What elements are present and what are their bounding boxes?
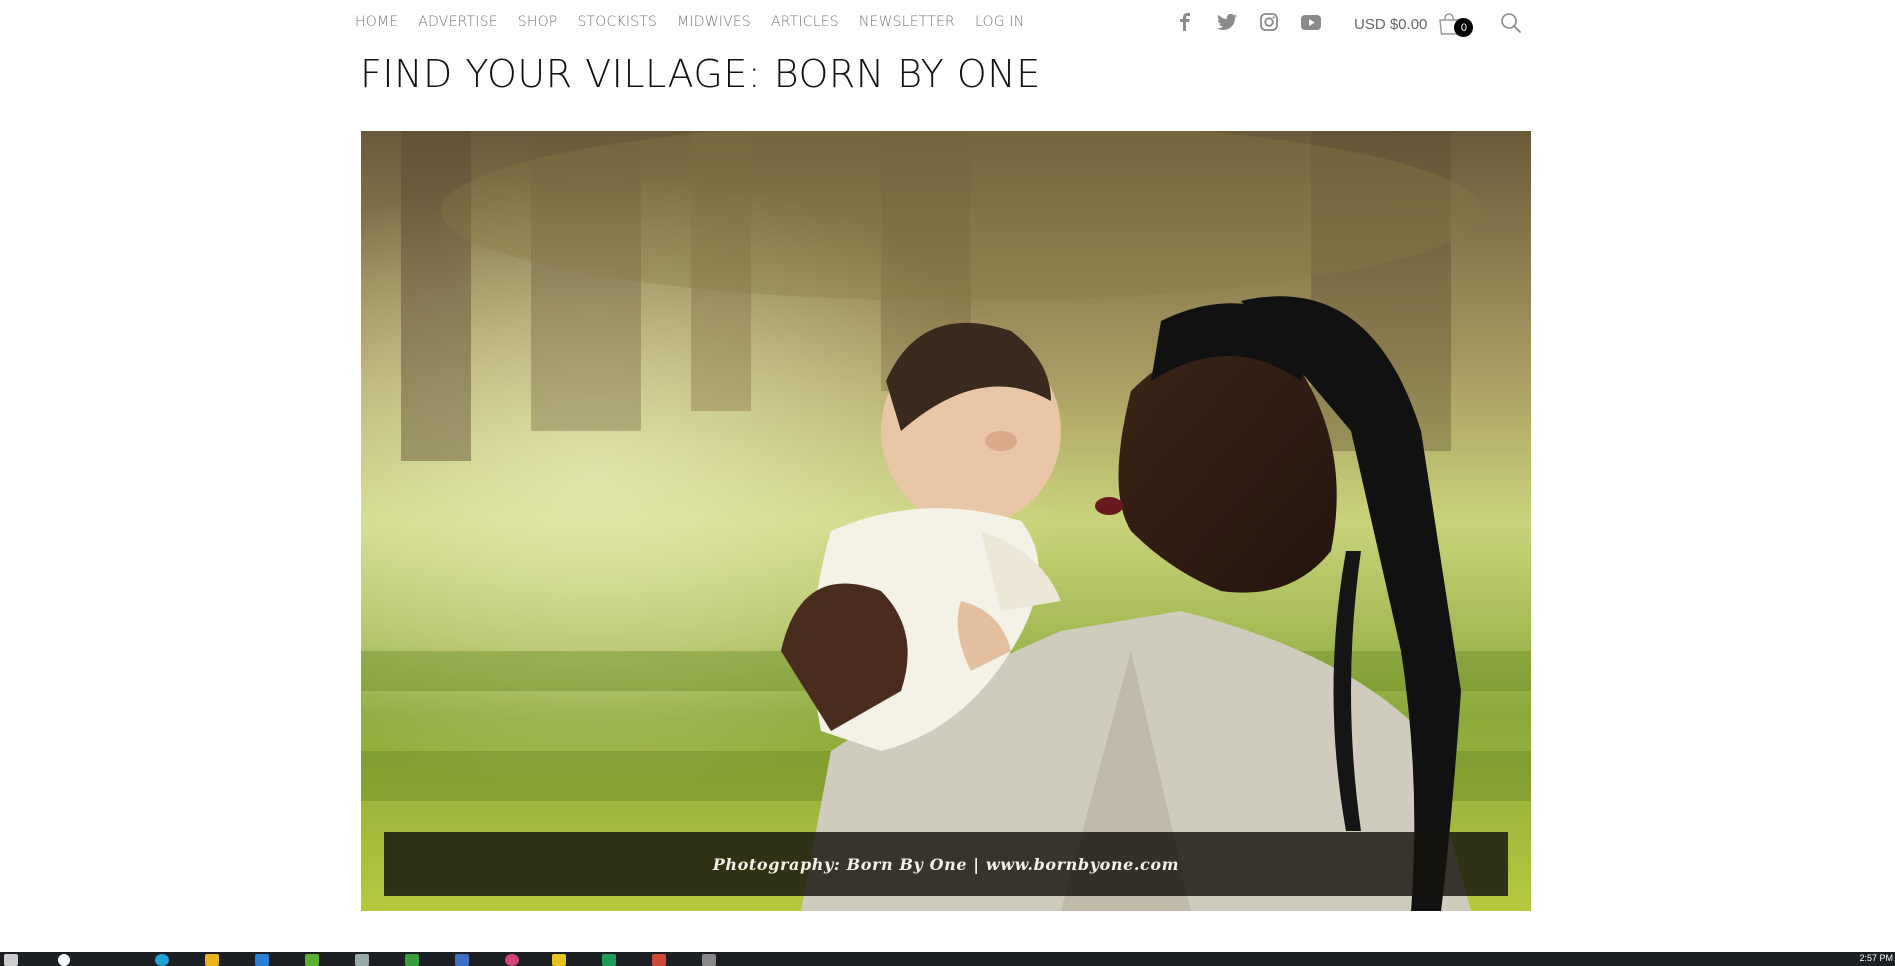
instagram-icon[interactable] bbox=[1259, 12, 1279, 32]
app-sheets-icon[interactable] bbox=[602, 954, 616, 966]
app-green2-icon[interactable] bbox=[405, 954, 419, 966]
start-icon[interactable] bbox=[4, 954, 18, 966]
cart-link[interactable]: USD $0.00 0 bbox=[1354, 12, 1474, 37]
app-red-icon[interactable] bbox=[652, 954, 666, 966]
youtube-icon[interactable] bbox=[1301, 12, 1321, 32]
nav-login-link[interactable]: LOG IN bbox=[975, 14, 1024, 30]
top-navigation: HOME ADVERTISE SHOP STOCKISTS MIDWIVES A… bbox=[0, 0, 1895, 46]
facebook-icon[interactable] bbox=[1175, 12, 1195, 32]
cart-total: USD $0.00 bbox=[1354, 15, 1428, 33]
nav-home-link[interactable]: HOME bbox=[355, 14, 398, 30]
shopping-bag-icon: 0 bbox=[1437, 12, 1474, 37]
twitter-icon[interactable] bbox=[1217, 12, 1237, 32]
nav-stockists-link[interactable]: STOCKISTS bbox=[577, 14, 657, 30]
search-icon[interactable] bbox=[1500, 12, 1522, 34]
os-taskbar: 2:57 PM bbox=[0, 952, 1895, 966]
nav-advertise-link[interactable]: ADVERTISE bbox=[418, 14, 497, 30]
nav-newsletter-link[interactable]: NEWSLETTER bbox=[859, 14, 955, 30]
app-blue-icon[interactable] bbox=[455, 954, 469, 966]
app-misc-icon[interactable] bbox=[702, 954, 716, 966]
app-pink-icon[interactable] bbox=[505, 954, 519, 966]
nav-midwives-link[interactable]: MIDWIVES bbox=[677, 14, 751, 30]
search-taskbar-icon[interactable] bbox=[58, 954, 70, 966]
social-links bbox=[1175, 12, 1321, 32]
store-icon[interactable] bbox=[255, 954, 269, 966]
nav-shop-link[interactable]: SHOP bbox=[518, 14, 558, 30]
hero-image: Photography: Born By One | www.bornbyone… bbox=[361, 131, 1531, 911]
nav-articles-link[interactable]: ARTICLES bbox=[771, 14, 839, 30]
cart-count-badge: 0 bbox=[1454, 18, 1474, 37]
photo-caption: Photography: Born By One | www.bornbyone… bbox=[384, 832, 1508, 896]
main-menu: HOME ADVERTISE SHOP STOCKISTS MIDWIVES A… bbox=[355, 14, 1044, 30]
hero-photo bbox=[361, 131, 1531, 911]
app-yellow-icon[interactable] bbox=[552, 954, 566, 966]
edge-icon[interactable] bbox=[155, 954, 169, 966]
app-green-icon[interactable] bbox=[305, 954, 319, 966]
taskbar-clock: 2:57 PM bbox=[1859, 953, 1893, 963]
page-title: FIND YOUR VILLAGE: BORN BY ONE bbox=[360, 52, 1041, 96]
app-gray-icon[interactable] bbox=[355, 954, 369, 966]
folder-icon[interactable] bbox=[205, 954, 219, 966]
photo-caption-text: Photography: Born By One | www.bornbyone… bbox=[712, 854, 1180, 874]
